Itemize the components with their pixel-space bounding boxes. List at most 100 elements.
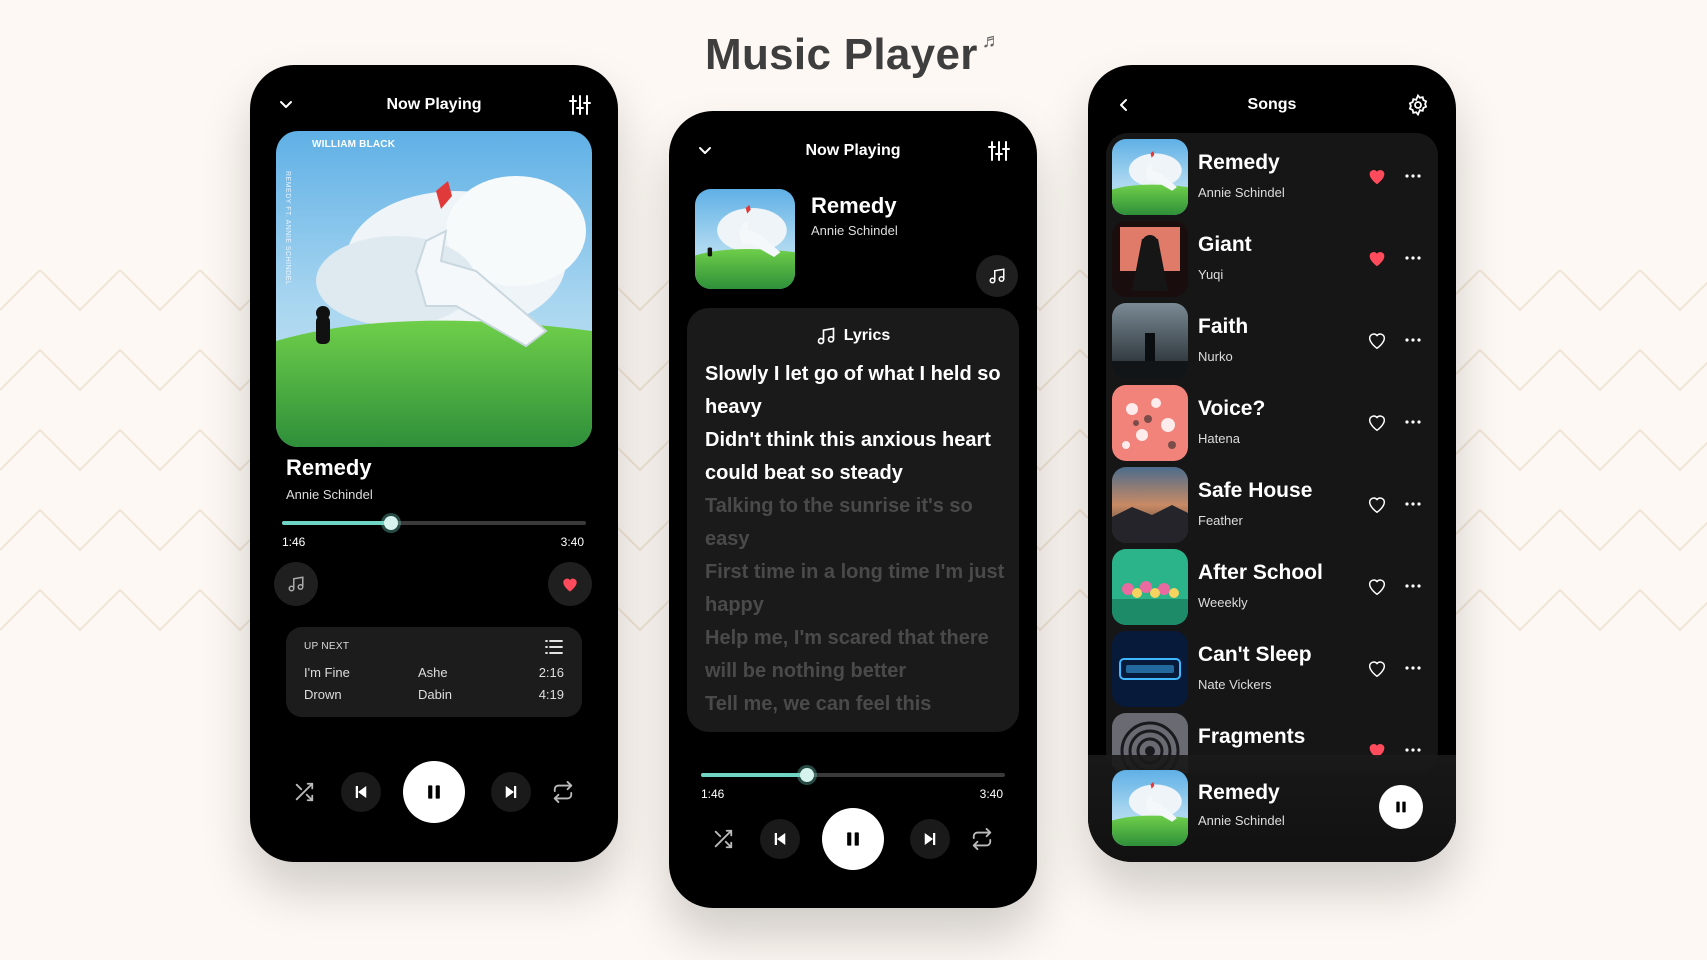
heart-outline-icon[interactable] — [1366, 329, 1388, 351]
total-time: 3:40 — [979, 787, 1003, 801]
more-options-icon[interactable] — [1402, 166, 1424, 186]
more-options-icon[interactable] — [1402, 658, 1424, 678]
song-row-giant[interactable]: Giant Yuqi — [1112, 221, 1432, 297]
heart-outline-icon[interactable] — [1366, 657, 1388, 679]
previous-button[interactable] — [341, 772, 381, 812]
page-title: Music Player ♬ — [705, 30, 1002, 79]
like-button[interactable] — [548, 562, 592, 606]
heart-filled-icon[interactable] — [1366, 165, 1388, 187]
mini-player-thumbnail — [1112, 770, 1188, 846]
up-next-title: I'm Fine — [304, 665, 350, 680]
progress-bar[interactable] — [701, 768, 1005, 782]
equalizer-icon[interactable] — [987, 139, 1011, 163]
album-art-image — [1112, 139, 1188, 215]
repeat-button[interactable] — [548, 777, 578, 807]
lyrics-label: Lyrics — [843, 327, 891, 344]
song-row-voice[interactable]: Voice? Hatena — [1112, 385, 1432, 461]
progress-knob[interactable] — [800, 768, 815, 782]
skip-back-icon — [355, 786, 367, 798]
next-button[interactable] — [910, 819, 950, 859]
lyrics-toggle-button[interactable] — [976, 255, 1018, 297]
mini-player-title: Remedy — [1198, 781, 1280, 804]
progress-bar[interactable] — [282, 516, 586, 530]
up-next-panel: UP NEXT I'm Fine Ashe 2:16 Drown Dabin 4… — [286, 627, 582, 717]
equalizer-icon[interactable] — [568, 93, 592, 117]
song-title: Giant — [1198, 233, 1252, 256]
repeat-button[interactable] — [967, 824, 997, 854]
heart-outline-icon[interactable] — [1366, 575, 1388, 597]
up-next-duration: 4:19 — [538, 687, 564, 702]
screen-title: Now Playing — [386, 96, 482, 113]
song-title: Faith — [1198, 315, 1249, 338]
progress-knob[interactable] — [384, 516, 399, 530]
next-button[interactable] — [491, 772, 531, 812]
lyric-line: Tell me, we can feel this — [705, 693, 932, 715]
more-options-icon[interactable] — [1402, 576, 1424, 596]
song-thumbnail — [1112, 467, 1188, 543]
mini-player-pause-button[interactable] — [1379, 785, 1423, 829]
queue-list-icon[interactable] — [544, 637, 564, 657]
album-art-image — [1112, 631, 1188, 707]
skip-forward-icon — [505, 786, 517, 798]
playback-controls — [669, 807, 1037, 871]
album-art-image — [1112, 385, 1188, 461]
album-art-image — [1112, 467, 1188, 543]
song-artist: Weeekly — [1198, 595, 1248, 610]
shuffle-button[interactable] — [289, 777, 319, 807]
album-art-image — [1112, 303, 1188, 379]
up-next-artist: Ashe — [418, 665, 448, 680]
pause-button[interactable] — [822, 808, 884, 870]
up-next-duration: 2:16 — [538, 665, 564, 680]
album-art-image — [695, 189, 795, 289]
more-options-icon[interactable] — [1402, 494, 1424, 514]
song-title: After School — [1198, 561, 1323, 584]
song-row-after-school[interactable]: After School Weeekly — [1112, 549, 1432, 625]
heart-outline-icon[interactable] — [1366, 493, 1388, 515]
total-time: 3:40 — [560, 535, 584, 549]
song-artist: Nurko — [1198, 349, 1233, 364]
gear-icon[interactable] — [1406, 93, 1430, 117]
song-row-cant-sleep[interactable]: Can't Sleep Nate Vickers — [1112, 631, 1432, 707]
chevron-left-icon[interactable] — [1114, 95, 1134, 115]
shuffle-button[interactable] — [708, 824, 738, 854]
song-artist: Hatena — [1198, 431, 1240, 446]
top-bar: Now Playing — [669, 133, 1037, 169]
chevron-down-icon[interactable] — [276, 95, 296, 115]
album-vertical-text: REMEDY FT. ANNIE SCHINDEL — [284, 171, 291, 286]
song-row-remedy[interactable]: Remedy Annie Schindel — [1112, 139, 1432, 215]
lyrics-button[interactable] — [274, 562, 318, 606]
up-next-artist: Dabin — [418, 687, 452, 702]
pause-icon — [428, 785, 440, 799]
song-title: Remedy — [811, 193, 897, 218]
current-time: 1:46 — [282, 535, 306, 549]
song-artist: Feather — [1198, 513, 1243, 528]
more-options-icon[interactable] — [1402, 330, 1424, 350]
song-row-faith[interactable]: Faith Nurko — [1112, 303, 1432, 379]
song-row-safe-house[interactable]: Safe House Feather — [1112, 467, 1432, 543]
progress-fill — [282, 521, 392, 525]
heart-filled-icon[interactable] — [1366, 247, 1388, 269]
previous-button[interactable] — [760, 819, 800, 859]
song-list: Remedy Annie Schindel Giant Yuqi Faith N… — [1106, 133, 1438, 773]
album-art: WILLIAM BLACK REMEDY FT. ANNIE SCHINDEL — [276, 131, 592, 447]
more-options-icon[interactable] — [1402, 412, 1424, 432]
music-note-icon — [989, 268, 1005, 284]
skip-forward-icon — [924, 833, 936, 845]
more-options-icon[interactable] — [1402, 248, 1424, 268]
up-next-label: UP NEXT — [304, 641, 350, 652]
chevron-down-icon[interactable] — [695, 141, 715, 161]
mini-player-artist: Annie Schindel — [1198, 813, 1285, 828]
screen-title: Now Playing — [805, 142, 901, 159]
now-playing-screen: Now Playing WILLIAM BLACK REMEDY FT. ANN… — [250, 65, 618, 862]
album-label: WILLIAM BLACK — [312, 139, 396, 150]
lyrics-panel[interactable]: Lyrics Slowly I let go of what I held so… — [687, 308, 1019, 732]
lyric-line: Slowly I let go of what I held so heavy — [705, 363, 1001, 418]
pause-button[interactable] — [403, 761, 465, 823]
music-note-icon: ♬ — [981, 30, 1002, 52]
mini-player[interactable]: Remedy Annie Schindel — [1088, 755, 1456, 862]
lyric-line: Talking to the sunrise it's so easy — [705, 495, 973, 550]
songs-screen: Songs Remedy Annie Schindel Giant Yuqi F… — [1088, 65, 1456, 862]
song-thumbnail — [1112, 139, 1188, 215]
heart-outline-icon[interactable] — [1366, 411, 1388, 433]
song-title: Fragments — [1198, 725, 1306, 748]
